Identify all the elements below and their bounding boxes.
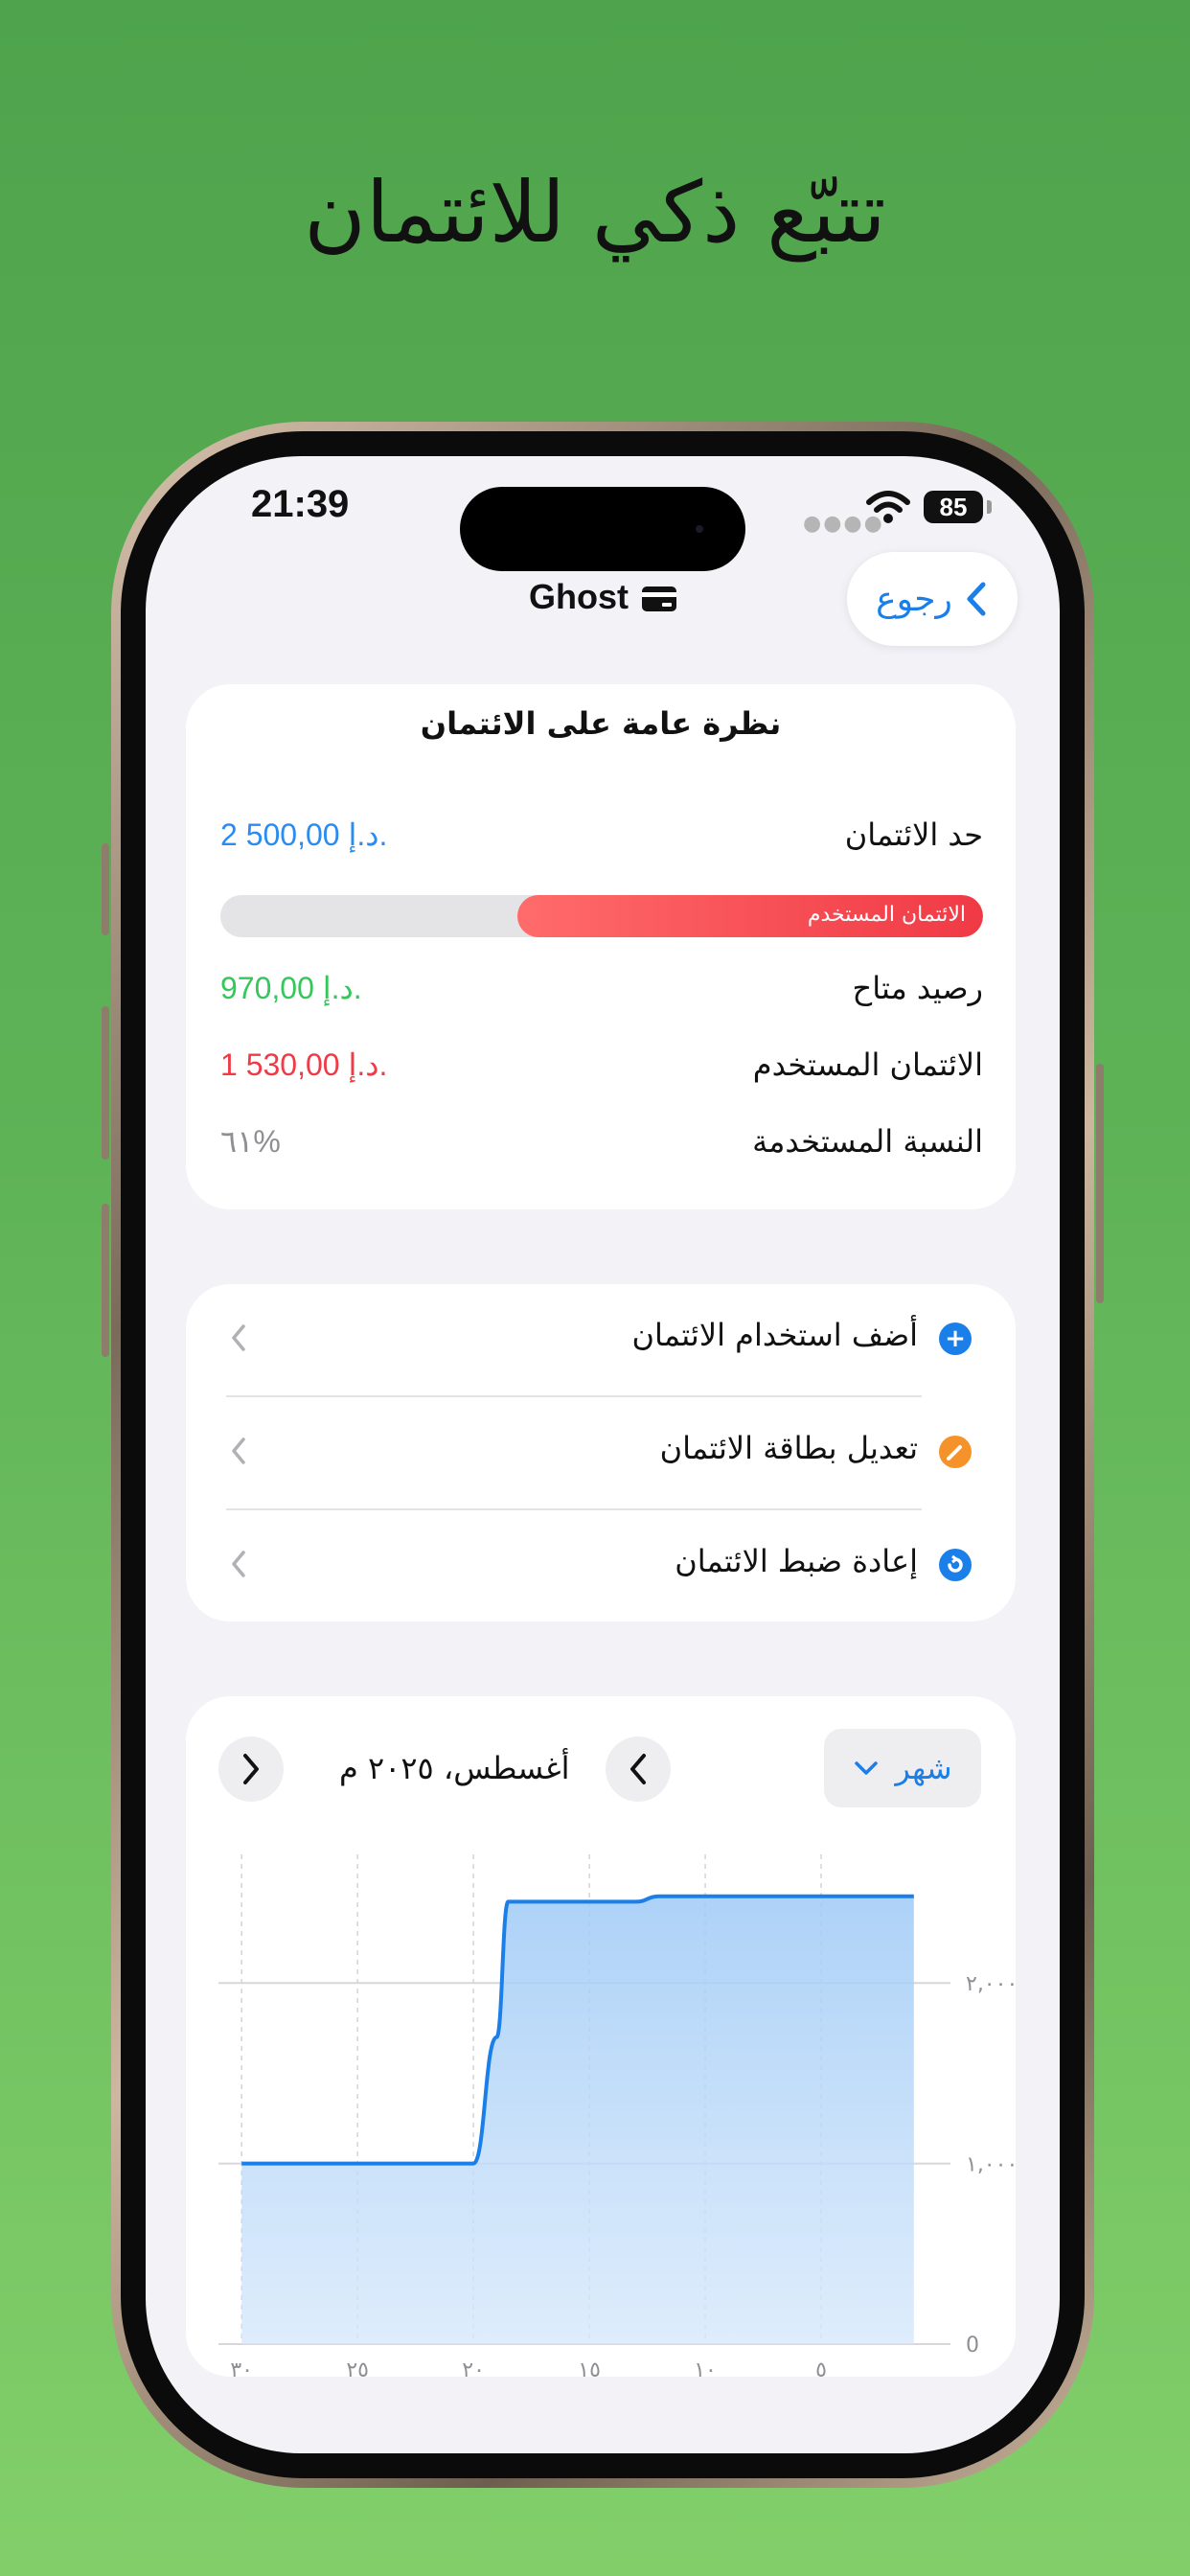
credit-limit-label: حد الائتمان bbox=[844, 816, 983, 853]
credit-limit-row: حد الائتمان 2 500,00 د.إ. bbox=[220, 816, 983, 864]
battery-icon: 85 bbox=[924, 491, 983, 523]
usage-bar: الائتمان المستخدم bbox=[220, 895, 983, 937]
chevron-left-icon bbox=[232, 1438, 245, 1464]
y-tick-label: ١,٠٠٠ bbox=[966, 2153, 1016, 2177]
reset-credit-button[interactable]: إعادة ضبط الائتمان bbox=[186, 1510, 1016, 1622]
power-button bbox=[1096, 1064, 1104, 1303]
x-tick-label: ٢٠ bbox=[462, 2358, 485, 2377]
chart-card: أغسطس، ٢٠٢٥ م شهر 0 ١,٠٠٠ ٢,٠٠٠ ٣٠ ٢٥ ٢٠ ١٥ ١٠ ٥ bbox=[186, 1696, 1016, 2377]
usage-bar-label: الائتمان المستخدم bbox=[807, 903, 966, 927]
reset-circle-icon bbox=[939, 1549, 972, 1581]
used-label: الائتمان المستخدم bbox=[752, 1046, 983, 1083]
pencil-circle-icon bbox=[939, 1436, 972, 1468]
x-tick-label: ١٥ bbox=[578, 2358, 601, 2377]
x-tick-label: ١٠ bbox=[694, 2358, 717, 2377]
overview-card: نظرة عامة على الائتمان حد الائتمان 2 500… bbox=[186, 684, 1016, 1209]
chevron-icon bbox=[967, 582, 986, 616]
available-row: رصيد متاح 970,00 د.إ. bbox=[220, 970, 983, 1018]
status-time: 21:39 bbox=[251, 483, 350, 525]
y-tick-label: ٢,٠٠٠ bbox=[966, 1972, 1016, 1996]
series-area bbox=[241, 1896, 914, 2344]
credit-chart: 0 ١,٠٠٠ ٢,٠٠٠ ٣٠ ٢٥ ٢٠ ١٥ ١٠ ٥ bbox=[218, 1854, 1016, 2377]
credit-card-icon bbox=[642, 586, 676, 612]
available-label: رصيد متاح bbox=[852, 970, 983, 1006]
ratio-row: النسبة المستخدمة ٦١% bbox=[220, 1123, 983, 1171]
edit-credit-card-button[interactable]: تعديل بطاقة الائتمان bbox=[186, 1397, 1016, 1508]
action-label: إعادة ضبط الائتمان bbox=[675, 1543, 918, 1579]
credit-limit-value: 2 500,00 د.إ. bbox=[220, 817, 388, 852]
nav-title-text: Ghost bbox=[529, 577, 629, 616]
available-value: 970,00 د.إ. bbox=[220, 971, 362, 1005]
battery-tip bbox=[987, 500, 992, 514]
back-label: رجوع bbox=[876, 579, 952, 619]
chevron-left-icon bbox=[232, 1551, 245, 1577]
add-credit-usage-button[interactable]: + أضف استخدام الائتمان bbox=[186, 1284, 1016, 1395]
y-tick-label: 0 bbox=[966, 2334, 979, 2358]
action-label: أضف استخدام الائتمان bbox=[631, 1317, 919, 1353]
chevron-left-icon bbox=[232, 1324, 245, 1351]
plus-circle-icon: + bbox=[939, 1322, 972, 1355]
wifi-icon bbox=[866, 491, 910, 523]
used-row: الائتمان المستخدم 1 530,00 د.إ. bbox=[220, 1046, 983, 1094]
x-tick-label: ٣٠ bbox=[230, 2358, 253, 2377]
x-tick-label: ٥ bbox=[815, 2358, 827, 2377]
dynamic-island bbox=[460, 487, 745, 571]
action-label: تعديل بطاقة الائتمان bbox=[659, 1430, 918, 1466]
volume-down-button bbox=[102, 1204, 109, 1357]
actions-card: + أضف استخدام الائتمان تعديل بطاقة الائت… bbox=[186, 1284, 1016, 1622]
usage-bar-fill: الائتمان المستخدم bbox=[517, 895, 983, 937]
used-value: 1 530,00 د.إ. bbox=[220, 1047, 388, 1082]
overview-title: نظرة عامة على الائتمان bbox=[420, 705, 782, 742]
volume-up-button bbox=[102, 1006, 109, 1160]
headline: تتبّع ذكي للائتمان bbox=[304, 163, 886, 262]
ratio-value: ٦١% bbox=[220, 1124, 281, 1159]
action-button bbox=[102, 843, 109, 935]
back-button[interactable]: رجوع bbox=[847, 552, 1018, 646]
x-tick-label: ٢٥ bbox=[346, 2358, 369, 2377]
ratio-label: النسبة المستخدمة bbox=[752, 1123, 983, 1160]
phone-screen: 21:39 ●●●● 85 Ghost رجوع نظرة عامة على ا… bbox=[146, 456, 1060, 2453]
